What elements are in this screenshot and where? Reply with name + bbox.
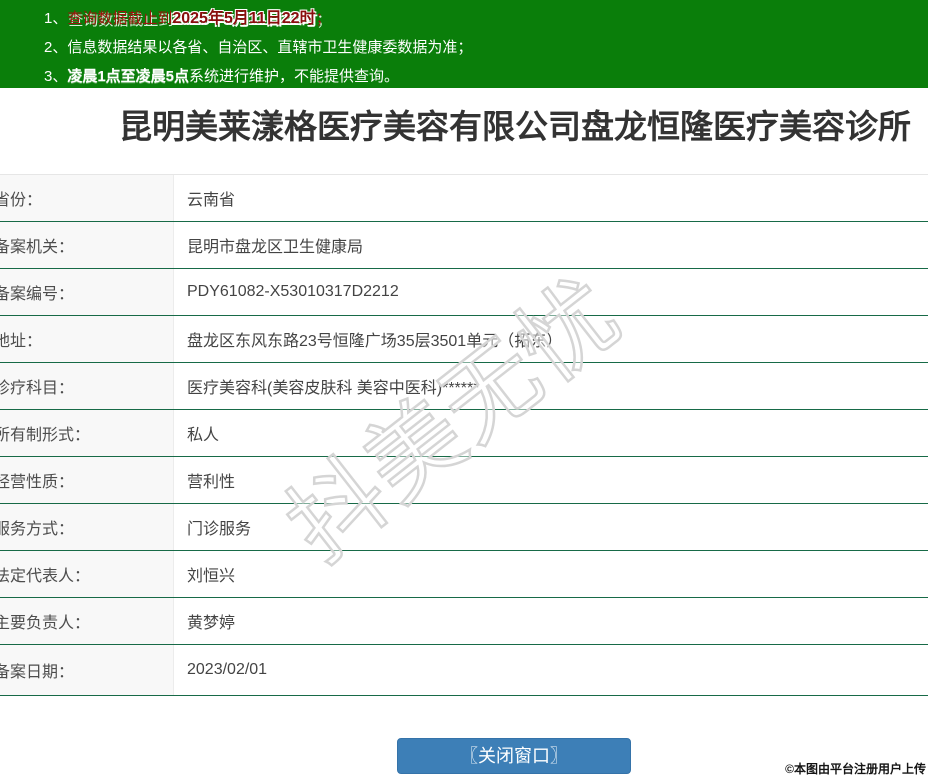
table-row: 备案机关： 昆明市盘龙区卫生健康局 bbox=[0, 222, 928, 269]
close-window-button[interactable]: 〖关闭窗口〗 bbox=[397, 738, 631, 774]
field-value: 黄梦婷 bbox=[187, 615, 236, 632]
field-label: 法定代表人： bbox=[0, 551, 174, 597]
table-row: 主要负责人： 黄梦婷 bbox=[0, 598, 928, 645]
notice-line-1: 1、查询数据截止到2025年5月11日22时； bbox=[0, 4, 928, 33]
field-value: 昆明市盘龙区卫生健康局 bbox=[187, 239, 364, 256]
table-row: 服务方式： 门诊服务 bbox=[0, 504, 928, 551]
notice-banner: 1、查询数据截止到2025年5月11日22时； 2、信息数据结果以各省、自治区、… bbox=[0, 0, 928, 88]
notice-text: 信息数据结果以各省、自治区、直辖市卫生健康委数据为准； bbox=[67, 39, 473, 56]
table-row: 省份： 云南省 bbox=[0, 175, 928, 222]
record-table: 省份： 云南省 备案机关： 昆明市盘龙区卫生健康局 备案编号： PDY61082-X530… bbox=[0, 174, 928, 696]
notice-line-2: 2、信息数据结果以各省、自治区、直辖市卫生健康委数据为准； bbox=[0, 33, 928, 62]
notice-punctuation: ； bbox=[315, 10, 331, 27]
table-row: 备案日期： 2023/02/01 bbox=[0, 645, 928, 696]
field-label: 地址： bbox=[0, 316, 174, 362]
field-label: 经营性质： bbox=[0, 457, 174, 503]
notice-line-3: 3、凌晨1点至凌晨5点系统进行维护，不能提供查询。 bbox=[0, 62, 928, 91]
table-row: 诊疗科目： 医疗美容科(美容皮肤科 美容中医科)****** bbox=[0, 363, 928, 410]
field-value: 营利性 bbox=[187, 474, 236, 491]
field-label: 备案机关： bbox=[0, 222, 174, 268]
field-label: 诊疗科目： bbox=[0, 363, 174, 409]
field-label: 所有制形式： bbox=[0, 410, 174, 456]
table-row: 法定代表人： 刘恒兴 bbox=[0, 551, 928, 598]
table-row: 所有制形式： 私人 bbox=[0, 410, 928, 457]
field-value: 2023/02/01 bbox=[187, 661, 268, 678]
field-label: 主要负责人： bbox=[0, 598, 174, 644]
table-row: 地址： 盘龙区东风东路23号恒隆广场35层3501单元（拓东） bbox=[0, 316, 928, 363]
notice-deadline-date: 2025年5月11日22时 bbox=[172, 10, 316, 27]
notice-number: 3、 bbox=[44, 68, 68, 85]
notice-number: 2、 bbox=[44, 39, 68, 56]
table-row: 备案编号： PDY61082-X53010317D2212 bbox=[0, 269, 928, 316]
field-label: 服务方式： bbox=[0, 504, 174, 550]
field-value: 云南省 bbox=[187, 192, 236, 209]
field-label: 备案编号： bbox=[0, 269, 174, 315]
notice-maintenance-window: 凌晨1点至凌晨5点 bbox=[67, 68, 190, 85]
notice-text: 查询数据截止到 bbox=[67, 10, 173, 27]
field-label: 备案日期： bbox=[0, 645, 174, 695]
upload-credit-watermark: ©本图由平台注册用户上传 bbox=[785, 762, 926, 776]
notice-number: 1、 bbox=[44, 10, 68, 27]
field-value: PDY61082-X53010317D2212 bbox=[187, 283, 399, 300]
field-value: 门诊服务 bbox=[187, 521, 252, 538]
page-title: 昆明美莱漾格医疗美容有限公司盘龙恒隆医疗美容诊所 bbox=[119, 108, 911, 145]
field-value: 医疗美容科(美容皮肤科 美容中医科)****** bbox=[187, 380, 480, 397]
notice-text: 系统进行维护，不能提供查询。 bbox=[189, 68, 400, 85]
table-row: 经营性质： 营利性 bbox=[0, 457, 928, 504]
field-value: 盘龙区东风东路23号恒隆广场35层3501单元（拓东） bbox=[187, 333, 563, 350]
field-value: 刘恒兴 bbox=[187, 568, 236, 585]
field-value: 私人 bbox=[187, 427, 220, 444]
field-label: 省份： bbox=[0, 175, 174, 221]
